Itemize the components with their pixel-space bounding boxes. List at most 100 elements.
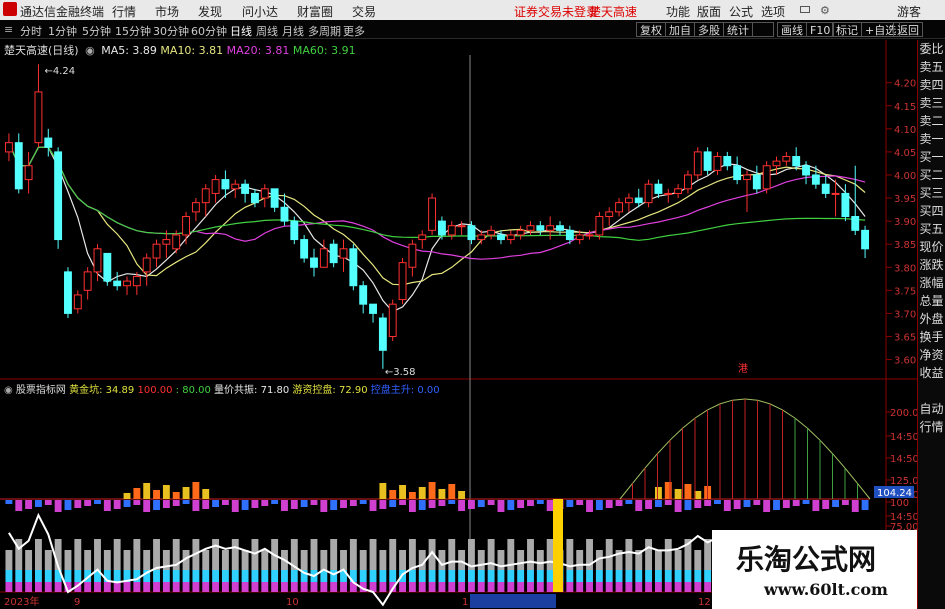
volume-purple-bar	[340, 582, 347, 592]
indicator-neg-bar	[782, 500, 790, 508]
volume-grey-bar	[477, 550, 485, 570]
indicator-neg-bar	[320, 500, 328, 512]
volume-purple-bar	[497, 582, 505, 592]
panel-item[interactable]: 卖三	[918, 94, 945, 112]
volume-grey-bar	[212, 539, 220, 570]
volume-blue-bar	[5, 570, 13, 582]
indicator-neg-bar	[467, 500, 475, 509]
indicator-neg-bar	[251, 500, 259, 508]
panel-item[interactable]: 涨跌	[918, 256, 945, 274]
indicator-neg-bar	[645, 500, 653, 509]
volume-grey-bar	[143, 550, 151, 570]
indicator-neg-bar	[487, 500, 495, 505]
panel-item[interactable]: 买四	[918, 202, 945, 220]
indicator-neg-bar	[507, 500, 515, 510]
volume-purple-bar	[467, 582, 475, 592]
ind-tick-label: 200.0	[890, 408, 919, 419]
panel-item[interactable]: 买一	[918, 148, 945, 166]
indicator-pos-bar	[664, 482, 672, 499]
candle-body	[398, 262, 407, 301]
y-tick-label: 4.20	[894, 79, 916, 90]
indicator-neg-bar	[15, 500, 23, 511]
panel-item[interactable]: 委比	[918, 40, 945, 58]
indicator-neg-bar	[349, 500, 357, 506]
volume-grey-bar	[536, 550, 544, 570]
indicator-neg-bar	[458, 500, 466, 511]
candle-body	[319, 248, 328, 268]
candle-body	[565, 229, 574, 241]
indicator-neg-bar	[182, 500, 190, 504]
panel-item[interactable]: 收益	[918, 364, 945, 382]
candle-body	[388, 303, 397, 337]
indicator-neg-bar	[418, 500, 426, 510]
panel-item[interactable]: 买二	[918, 166, 945, 184]
volume-grey-bar	[349, 539, 357, 570]
indicator-pos-bar	[399, 485, 407, 499]
panel-item[interactable]: 涨幅	[918, 274, 945, 292]
volume-purple-bar	[507, 582, 515, 592]
panel-item[interactable]: 卖五	[918, 58, 945, 76]
panel-item[interactable]: 净资	[918, 346, 945, 364]
panel-item[interactable]: 买三	[918, 184, 945, 202]
indicator-pos-bar	[389, 490, 397, 499]
candle-body	[310, 257, 318, 268]
panel-item[interactable]: 换手	[918, 328, 945, 346]
candle-body	[585, 234, 594, 237]
indicator-neg-bar	[261, 500, 269, 506]
ma5-legend: MA5: 3.89	[101, 44, 157, 57]
panel-item[interactable]: 现价	[918, 238, 945, 256]
indicator-neg-bar	[399, 500, 407, 505]
volume-blue-bar	[379, 570, 387, 582]
volume-purple-bar	[458, 582, 466, 592]
panel-item[interactable]: 自动	[918, 400, 945, 418]
indicator-neg-bar	[340, 500, 347, 508]
indicator-neg-bar	[477, 500, 485, 507]
panel-item[interactable]: 卖四	[918, 76, 945, 94]
candle-body	[339, 248, 348, 259]
volume-grey-bar	[399, 550, 407, 570]
indicator-pos-bar	[202, 489, 210, 499]
indicator-neg-bar	[438, 500, 446, 506]
indicator-pos-bar	[674, 489, 682, 499]
volume-grey-bar	[113, 539, 121, 570]
volume-purple-bar	[635, 582, 643, 592]
panel-item[interactable]: 总量	[918, 292, 945, 310]
legend-toggle-icon[interactable]: ◉	[85, 44, 95, 57]
volume-grey-bar	[576, 550, 584, 570]
panel-item[interactable]: 卖二	[918, 112, 945, 130]
candle-body	[152, 243, 161, 259]
candle-body	[300, 239, 309, 259]
volume-grey-bar	[261, 550, 269, 570]
volume-purple-bar	[182, 582, 190, 592]
candle-body	[290, 220, 299, 241]
candle-body	[683, 174, 692, 190]
volume-grey-bar	[517, 550, 525, 570]
candle-body	[418, 234, 427, 241]
panel-item[interactable]: 行情	[918, 418, 945, 436]
volume-blue-bar	[546, 570, 554, 582]
indicator-neg-bar	[723, 500, 731, 511]
volume-grey-bar	[320, 550, 328, 570]
volume-purple-bar	[281, 582, 288, 592]
volume-purple-bar	[566, 582, 574, 592]
indicator-neg-bar	[733, 500, 741, 509]
panel-item[interactable]: 买五	[918, 220, 945, 238]
panel-item[interactable]: 外盘	[918, 310, 945, 328]
price-chart[interactable]: 4.20 4.15 4.10 4.05 4.00 3.95 3.90 3.85 3.80 3.75…	[0, 0, 945, 609]
indicator-neg-bar	[74, 500, 82, 508]
volume-purple-bar	[595, 582, 603, 592]
panel-item[interactable]: 卖一	[918, 130, 945, 148]
indicator-toggle-icon[interactable]: ◉	[4, 385, 13, 396]
volume-blue-bar	[517, 570, 525, 582]
indicator-neg-bar	[694, 500, 702, 508]
volume-purple-bar	[645, 582, 653, 592]
candle-body	[349, 248, 358, 287]
volume-purple-bar	[448, 582, 456, 592]
volume-blue-bar	[448, 570, 456, 582]
indicator-neg-bar	[123, 500, 131, 507]
watermark-url: www.60lt.com	[764, 580, 888, 599]
candle-body	[752, 174, 761, 190]
candle-body	[241, 183, 250, 194]
ma20-legend: MA20: 3.81	[226, 44, 290, 57]
volume-blue-bar	[44, 570, 52, 582]
